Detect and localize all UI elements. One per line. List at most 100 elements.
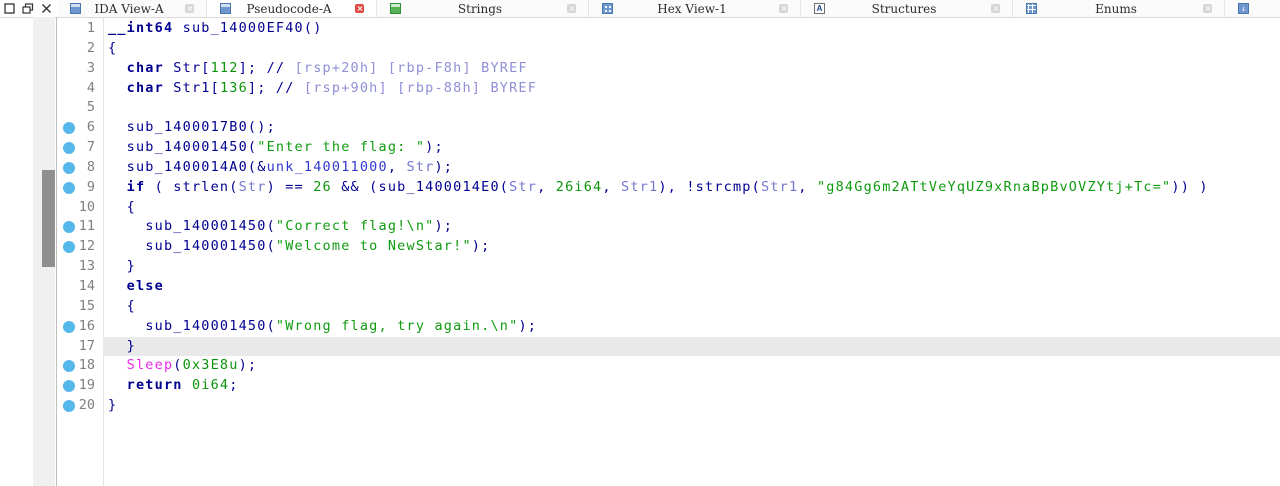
line-gutter[interactable]: 17 (57, 337, 103, 357)
data-reference[interactable]: unk_140011000 (267, 159, 388, 175)
line-gutter[interactable]: 19 (57, 376, 103, 396)
function-name[interactable]: sub_140001450 (145, 238, 266, 254)
tab-close-button[interactable] (567, 4, 576, 13)
line-gutter[interactable]: 20 (57, 396, 103, 416)
tab-structures[interactable]: Structures (801, 0, 1013, 17)
line-gutter[interactable]: 4 (57, 79, 103, 99)
code-line-text[interactable]: } (103, 396, 1280, 416)
line-gutter[interactable]: 13 (57, 257, 103, 277)
restore-icon[interactable] (22, 3, 34, 14)
code-text: ); (425, 139, 444, 155)
function-name[interactable]: sub_140001450 (127, 139, 248, 155)
code-text (108, 318, 145, 334)
maximize-icon[interactable] (4, 3, 15, 14)
code-text: } (108, 338, 136, 354)
tab-close-button[interactable] (779, 4, 788, 13)
code-line-text[interactable]: { (103, 39, 1280, 59)
line-number: 7 (87, 138, 95, 158)
tab-strings[interactable]: Strings (377, 0, 589, 17)
line-gutter[interactable]: 3 (57, 59, 103, 79)
variable-name[interactable]: Str1 (761, 179, 798, 195)
tab-close-button[interactable] (1203, 4, 1212, 13)
function-name[interactable]: strlen (173, 179, 229, 195)
code-line-text[interactable] (103, 98, 1280, 118)
tab-label: Strings (401, 2, 559, 16)
code-line-text[interactable]: __int64 sub_14000EF40() (103, 19, 1280, 39)
variable-name[interactable]: Str (239, 179, 267, 195)
code-line-text[interactable]: sub_140001450("Wrong flag, try again.\n"… (103, 317, 1280, 337)
line-gutter[interactable]: 2 (57, 39, 103, 59)
line-gutter[interactable]: 14 (57, 277, 103, 297)
line-gutter[interactable]: 9 (57, 178, 103, 198)
function-name[interactable]: sub_1400014A0 (127, 159, 248, 175)
code-line-text[interactable]: sub_140001450("Enter the flag: "); (103, 138, 1280, 158)
line-gutter[interactable]: 10 (57, 198, 103, 218)
hex-view-icon (602, 3, 613, 14)
line-gutter[interactable]: 18 (57, 356, 103, 376)
number-literal: 26 (313, 179, 332, 195)
breakpoint-dot[interactable] (63, 321, 75, 333)
line-gutter[interactable]: 1 (57, 19, 103, 39)
tab-close-button[interactable] (185, 4, 194, 13)
tab-hex-view-1[interactable]: Hex View-1 (589, 0, 801, 17)
close-icon[interactable] (41, 3, 52, 14)
line-number: 20 (79, 396, 95, 416)
line-gutter[interactable]: 7 (57, 138, 103, 158)
tab-enums[interactable]: Enums (1013, 0, 1225, 17)
code-line-text[interactable]: { (103, 198, 1280, 218)
api-function-name[interactable]: Sleep (127, 357, 174, 373)
code-line-text[interactable]: sub_1400017B0(); (103, 118, 1280, 138)
line-gutter[interactable]: 11 (57, 217, 103, 237)
pseudocode-icon (220, 3, 231, 14)
variable-name[interactable]: Str (407, 159, 435, 175)
code-line-text[interactable]: sub_1400014A0(&unk_140011000, Str); (103, 158, 1280, 178)
tab-imports[interactable]: Imports (1225, 0, 1280, 17)
breakpoint-dot[interactable] (63, 241, 75, 253)
tab-close-button[interactable] (355, 4, 364, 13)
line-gutter[interactable]: 6 (57, 118, 103, 138)
variable-name[interactable]: Str1 (621, 179, 658, 195)
breakpoint-dot[interactable] (63, 162, 75, 174)
code-line-text[interactable]: char Str[112]; // [rsp+20h] [rbp-F8h] BY… (103, 59, 1280, 79)
left-scrollbar-thumb[interactable] (42, 170, 55, 267)
current-code-line-text[interactable]: } (103, 337, 1280, 357)
code-line-text[interactable]: sub_140001450("Welcome to NewStar!"); (103, 237, 1280, 257)
function-name[interactable]: sub_140001450 (145, 218, 266, 234)
breakpoint-dot[interactable] (63, 182, 75, 194)
breakpoint-dot[interactable] (63, 142, 75, 154)
breakpoint-dot[interactable] (63, 380, 75, 392)
code-line-text[interactable]: { (103, 297, 1280, 317)
code-text (108, 119, 127, 135)
code-line-text[interactable]: return 0i64; (103, 376, 1280, 396)
line-gutter[interactable]: 5 (57, 98, 103, 118)
code-line-text[interactable]: sub_140001450("Correct flag!\n"); (103, 217, 1280, 237)
line-gutter[interactable]: 12 (57, 237, 103, 257)
code-line-text[interactable]: char Str1[136]; // [rsp+90h] [rbp-88h] B… (103, 79, 1280, 99)
tab-ida-view-a[interactable]: IDA View-A (57, 0, 207, 17)
keyword: return (127, 377, 183, 393)
function-name[interactable]: sub_1400014E0 (379, 179, 500, 195)
line-gutter[interactable]: 8 (57, 158, 103, 178)
number-literal: 136 (220, 80, 248, 96)
code-text: )) ) (1171, 179, 1208, 195)
code-text: ( (267, 318, 276, 334)
code-line-text[interactable]: if ( strlen(Str) == 26 && (sub_1400014E0… (103, 178, 1280, 198)
function-name[interactable]: sub_140001450 (145, 318, 266, 334)
breakpoint-dot[interactable] (63, 400, 75, 412)
code-line-text[interactable]: } (103, 257, 1280, 277)
variable-name[interactable]: Str (509, 179, 537, 195)
line-gutter[interactable]: 16 (57, 317, 103, 337)
function-name[interactable]: strcmp (696, 179, 752, 195)
function-name[interactable]: sub_14000EF40 (183, 20, 304, 36)
tab-pseudocode-a[interactable]: Pseudocode-A (207, 0, 377, 17)
code-line-text[interactable]: else (103, 277, 1280, 297)
code-text: , (388, 159, 407, 175)
function-name[interactable]: sub_1400017B0 (127, 119, 248, 135)
line-gutter[interactable]: 15 (57, 297, 103, 317)
breakpoint-dot[interactable] (63, 122, 75, 134)
code-line-text[interactable]: Sleep(0x3E8u); (103, 356, 1280, 376)
breakpoint-dot[interactable] (63, 360, 75, 372)
breakpoint-dot[interactable] (63, 221, 75, 233)
tab-close-button[interactable] (991, 4, 1000, 13)
tab-label: Structures (825, 2, 983, 16)
